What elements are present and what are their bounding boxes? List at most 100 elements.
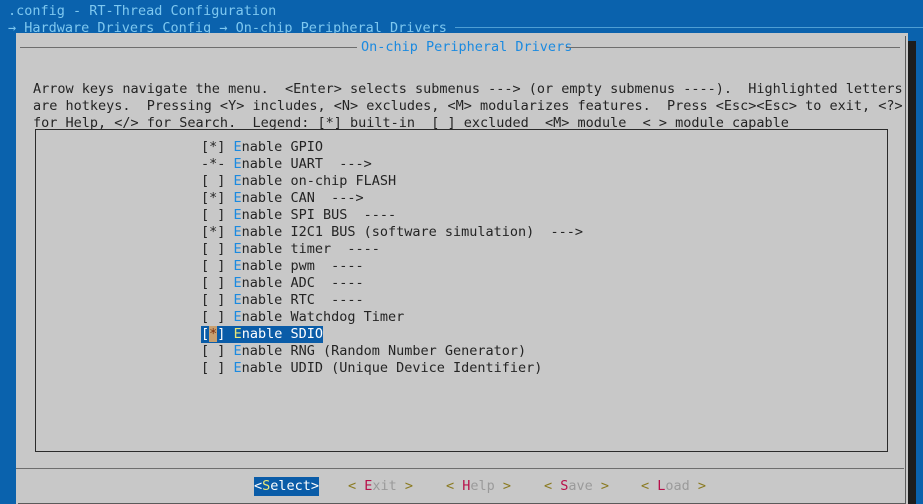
title-rule-left xyxy=(20,47,357,48)
dialog-title-row: On-chip Peripheral Drivers xyxy=(16,38,908,55)
save-button[interactable]: < Save > xyxy=(544,477,609,496)
menu-item-label: nable pwm ---- xyxy=(241,258,364,274)
menu-item-checkbox[interactable]: [ ] xyxy=(201,343,225,359)
menu-item[interactable]: [ ] Enable timer ---- xyxy=(201,241,380,258)
menu-item-checkbox[interactable]: [ ] xyxy=(201,173,225,189)
menu-item-checkbox[interactable]: [ ] xyxy=(201,207,225,223)
menu-item[interactable]: [*] Enable CAN ---> xyxy=(201,190,364,207)
exit-button[interactable]: < Exit > xyxy=(348,477,413,496)
button-bracket-close: > xyxy=(396,478,414,494)
menu-item-checkbox[interactable]: [ ] xyxy=(201,309,225,325)
menu-item-hotkey: E xyxy=(233,309,242,325)
menu-item-checkbox[interactable]: [ ] xyxy=(201,292,225,308)
menu-item-label: nable I2C1 BUS (software simulation) ---… xyxy=(241,224,584,240)
button-bracket-close: > xyxy=(689,478,707,494)
menu-item-hotkey: E xyxy=(233,241,242,257)
menu-item-list: [*] Enable GPIO -*- Enable UART --->[ ] E… xyxy=(201,139,583,377)
menu-item-hotkey: E xyxy=(233,224,242,240)
menu-item-label: nable UDID (Unique Device Identifier) xyxy=(241,360,543,376)
menu-item-checkbox[interactable]: [ ] xyxy=(201,275,225,291)
menu-item-label: nable RNG (Random Number Generator) xyxy=(241,343,527,359)
menu-item[interactable]: [ ] Enable SPI BUS ---- xyxy=(201,207,396,224)
dialog-title: On-chip Peripheral Drivers xyxy=(361,39,573,55)
menu-item-label: nable UART ---> xyxy=(241,156,372,172)
menu-item-hotkey: E xyxy=(233,343,242,359)
button-label: ave xyxy=(568,478,593,494)
menu-item-checkbox[interactable]: [ ] xyxy=(201,241,225,257)
config-title: .config - RT-Thread Configuration xyxy=(8,3,277,19)
button-bar: <Select> < Exit > < Help > < Save > < Load > xyxy=(16,477,908,497)
menu-item-hotkey: E xyxy=(233,139,242,155)
help-button[interactable]: < Help > xyxy=(446,477,511,496)
button-bracket-open: < xyxy=(254,478,263,494)
menu-item-label: nable GPIO xyxy=(241,139,323,155)
button-bracket-open: < xyxy=(641,478,658,494)
checkbox-char: [ xyxy=(201,326,210,342)
menu-item-label: nable on-chip FLASH xyxy=(241,173,397,189)
menu-item-checkbox[interactable]: [ ] xyxy=(201,258,225,274)
menu-item-hotkey: E xyxy=(233,190,242,206)
menu-item[interactable]: [ ] Enable RNG (Random Number Generator) xyxy=(201,343,526,360)
menu-item[interactable]: [ ] Enable RTC ---- xyxy=(201,292,364,309)
menu-item-label: nable SDIO xyxy=(241,326,323,342)
menu-item[interactable]: [ ] Enable pwm ---- xyxy=(201,258,364,275)
menu-item[interactable]: [ ] Enable on-chip FLASH xyxy=(201,173,396,190)
menu-item-checkbox[interactable]: [ ] xyxy=(201,360,225,376)
help-line: are hotkeys. Pressing <Y> includes, <N> … xyxy=(33,98,903,114)
menuconfig-terminal: .config - RT-Thread Configuration → Hard… xyxy=(0,0,923,504)
title-rule-right xyxy=(566,47,900,48)
help-text: Arrow keys navigate the menu. <Enter> se… xyxy=(33,81,903,132)
menu-item-hotkey: E xyxy=(233,360,242,376)
menu-item-label: nable Watchdog Timer xyxy=(241,309,405,325)
menu-item-checkbox[interactable]: [*] xyxy=(201,139,225,155)
button-bracket-close: > xyxy=(494,478,512,494)
dialog-shadow xyxy=(908,41,916,504)
breadcrumb-bar: .config - RT-Thread Configuration → Hard… xyxy=(0,0,923,36)
menu-item[interactable]: -*- Enable UART ---> xyxy=(201,156,372,173)
menu-item-label: nable SPI BUS ---- xyxy=(241,207,397,223)
menu-item[interactable]: [ ] Enable ADC ---- xyxy=(201,275,364,292)
menu-item-label: nable ADC ---- xyxy=(241,275,364,291)
menu-dialog: On-chip Peripheral Drivers Arrow keys na… xyxy=(16,33,908,504)
menu-item-hotkey: E xyxy=(233,258,242,274)
menu-item-hotkey: E xyxy=(233,207,242,223)
menu-item-label: nable CAN ---> xyxy=(241,190,364,206)
select-button[interactable]: <Select> xyxy=(254,477,320,496)
button-bracket-close: > xyxy=(592,478,610,494)
load-button[interactable]: < Load > xyxy=(641,477,706,496)
menu-item-label: nable timer ---- xyxy=(241,241,380,257)
menu-item[interactable]: [*] Enable I2C1 BUS (software simulation… xyxy=(201,224,583,241)
menu-item[interactable]: [ ] Enable UDID (Unique Device Identifie… xyxy=(201,360,542,377)
menu-item[interactable]: [ ] Enable Watchdog Timer xyxy=(201,309,404,326)
menu-item-checkbox[interactable]: [*] xyxy=(201,190,225,206)
menu-item-hotkey: E xyxy=(233,275,242,291)
menu-listbox[interactable]: [*] Enable GPIO -*- Enable UART --->[ ] E… xyxy=(35,129,888,452)
menu-item-checkbox[interactable]: [*] xyxy=(201,224,225,240)
button-bracket-open: < xyxy=(446,478,463,494)
menu-item[interactable]: [*] Enable GPIO xyxy=(201,139,323,156)
button-label: elect xyxy=(270,478,311,494)
menu-item-hotkey: E xyxy=(233,326,242,342)
breadcrumb-rule xyxy=(454,27,923,28)
menu-item-hotkey: E xyxy=(233,156,242,172)
button-separator xyxy=(16,468,904,469)
menu-item[interactable]: [*] Enable SDIO xyxy=(201,326,323,343)
button-label: oad xyxy=(665,478,690,494)
menu-item-checkbox[interactable]: -*- xyxy=(201,156,225,172)
button-label: xit xyxy=(372,478,397,494)
menu-item-label: nable RTC ---- xyxy=(241,292,364,308)
menu-item-checkbox[interactable]: [*] xyxy=(201,326,225,342)
menu-item-hotkey: E xyxy=(233,292,242,308)
